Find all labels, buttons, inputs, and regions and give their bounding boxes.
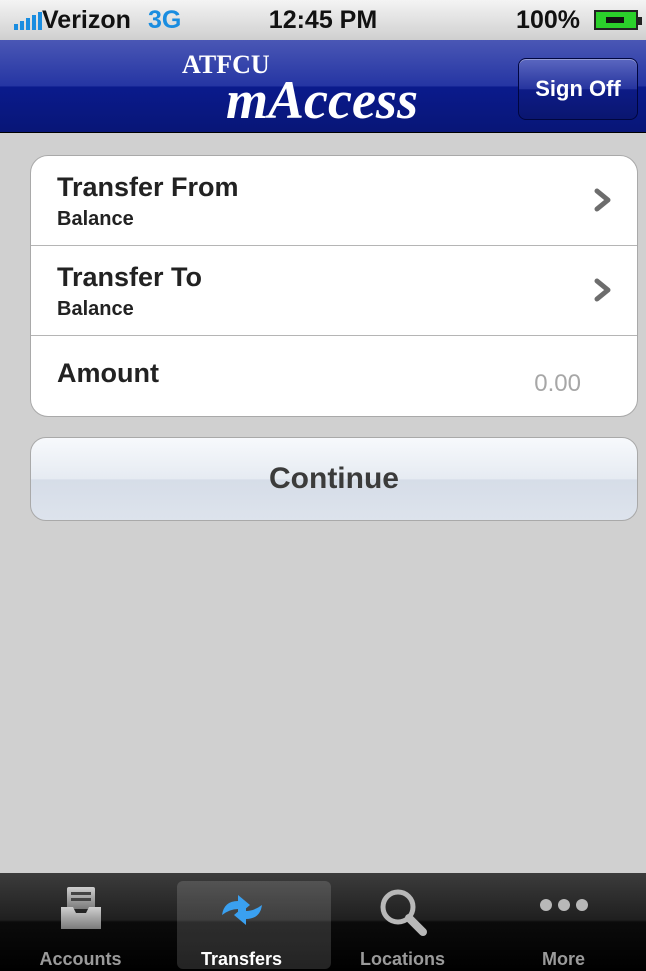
inbox-tray-icon bbox=[60, 887, 101, 929]
tab-accounts[interactable]: Accounts bbox=[0, 873, 161, 971]
app-title: mAccess bbox=[226, 70, 418, 130]
status-bar: Verizon 3G 12:45 PM 100% bbox=[0, 0, 646, 40]
tab-transfers[interactable]: Transfers bbox=[161, 873, 331, 971]
search-icon bbox=[380, 889, 427, 936]
transfer-from-value: Balance bbox=[57, 208, 134, 230]
tab-more[interactable]: More bbox=[483, 873, 644, 971]
transfer-to-row[interactable]: Transfer To Balance bbox=[31, 246, 637, 336]
more-dots-icon bbox=[539, 899, 588, 911]
battery-percent: 100% bbox=[516, 6, 580, 34]
transfer-from-row[interactable]: Transfer From Balance bbox=[31, 156, 637, 246]
tab-locations[interactable]: Locations bbox=[322, 873, 483, 971]
tab-label: More bbox=[541, 949, 585, 969]
tab-bar: Accounts Transfers Locations More bbox=[0, 873, 646, 971]
tab-label: Locations bbox=[359, 949, 445, 969]
battery-charging-icon bbox=[594, 10, 642, 30]
amount-input[interactable]: 0.00 bbox=[534, 370, 581, 398]
continue-button[interactable]: Continue bbox=[30, 437, 638, 521]
app-header: ATFCU mAccess Sign Off bbox=[0, 40, 646, 133]
chevron-right-icon bbox=[594, 278, 611, 302]
amount-row: Amount 0.00 bbox=[31, 336, 637, 416]
transfer-from-label: Transfer From bbox=[57, 172, 239, 202]
transfer-form: Transfer From Balance Transfer To Balanc… bbox=[30, 155, 638, 417]
sign-off-button[interactable]: Sign Off bbox=[518, 58, 638, 120]
transfer-to-value: Balance bbox=[57, 298, 134, 320]
amount-label: Amount bbox=[57, 358, 159, 388]
tab-label: Accounts bbox=[39, 949, 122, 969]
transfer-arrows-icon bbox=[221, 895, 262, 925]
tab-label: Transfers bbox=[200, 949, 283, 969]
chevron-right-icon bbox=[594, 188, 611, 212]
transfer-to-label: Transfer To bbox=[57, 262, 203, 292]
